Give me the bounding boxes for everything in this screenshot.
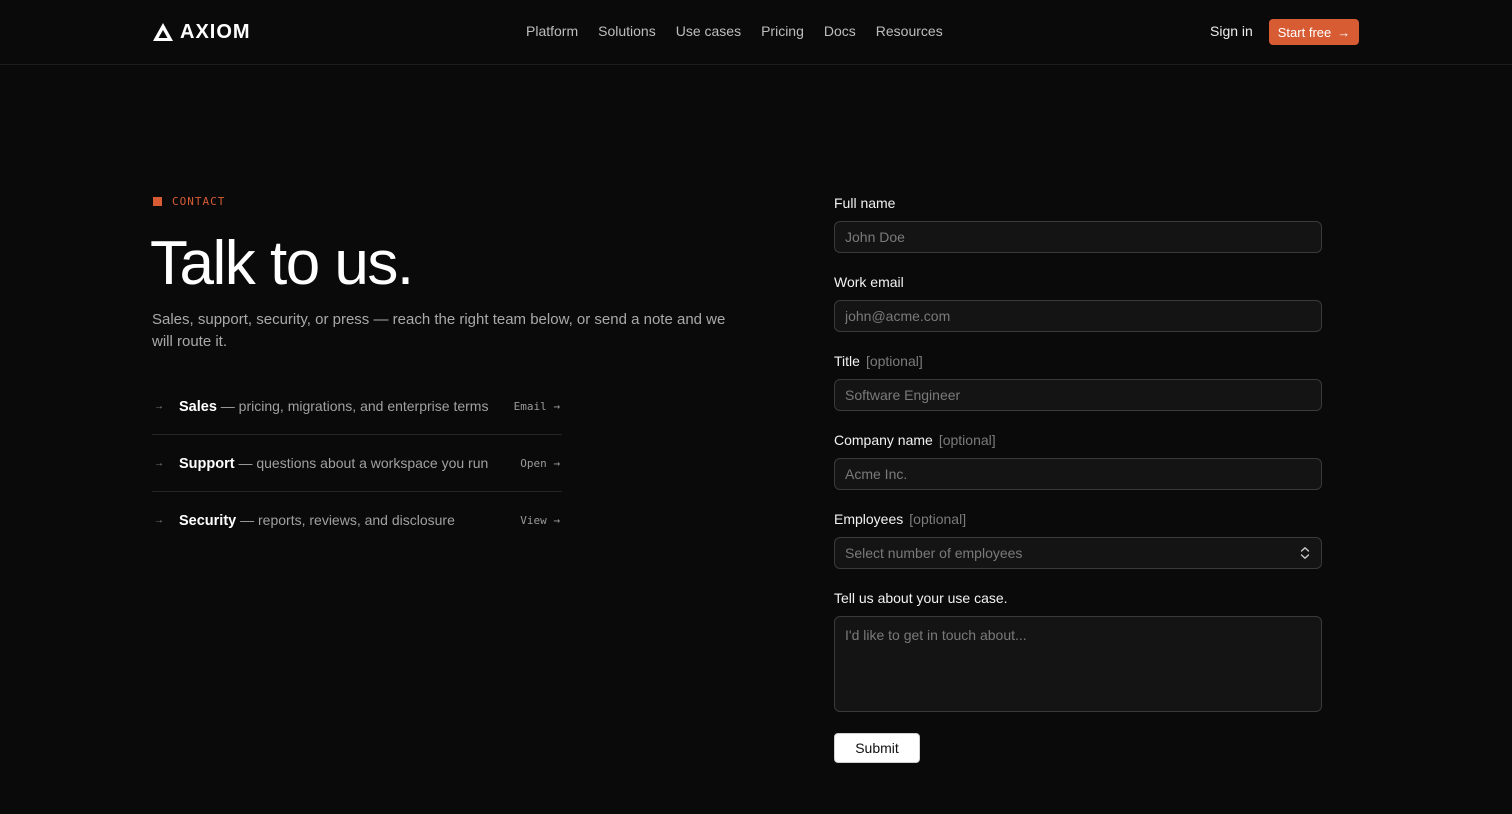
use-case-textarea[interactable] <box>834 616 1322 712</box>
arrow-right-icon: → <box>154 400 164 412</box>
arrow-right-icon: → <box>154 457 164 469</box>
start-free-button[interactable]: Start free → <box>1269 19 1359 45</box>
axiom-logo-icon <box>153 23 173 41</box>
nav-solutions[interactable]: Solutions <box>598 23 656 39</box>
section-eyebrow: CONTACT <box>153 195 225 208</box>
employees-label: Employees [optional] <box>834 511 1322 531</box>
page-title: Talk to us. <box>150 229 414 298</box>
route-action-email[interactable]: Email → <box>514 400 560 413</box>
route-text: Sales — pricing, migrations, and enterpr… <box>179 398 488 415</box>
nav-docs[interactable]: Docs <box>824 23 856 39</box>
route-sales[interactable]: → Sales — pricing, migrations, and enter… <box>152 378 562 435</box>
main-nav: Platform Solutions Use cases Pricing Doc… <box>526 23 943 39</box>
start-free-label: Start free <box>1277 24 1332 40</box>
employees-select-value: Select number of employees <box>845 545 1023 561</box>
route-action-view[interactable]: View → <box>520 514 560 527</box>
label-text: Title <box>834 353 860 369</box>
full-name-input[interactable] <box>834 221 1322 253</box>
nav-resources[interactable]: Resources <box>876 23 943 39</box>
route-action-open[interactable]: Open → <box>520 457 560 470</box>
eyebrow-label: CONTACT <box>172 195 226 208</box>
optional-tag: [optional] <box>938 432 996 448</box>
submit-button[interactable]: Submit <box>834 733 920 763</box>
nav-use-cases[interactable]: Use cases <box>676 23 741 39</box>
contact-routes: → Sales — pricing, migrations, and enter… <box>152 378 562 549</box>
brand-name: AXIOM <box>180 20 251 43</box>
route-description: — reports, reviews, and disclosure <box>240 512 455 528</box>
label-text: Work email <box>834 274 904 290</box>
square-bullet-icon <box>153 197 162 206</box>
chevron-up-down-icon <box>1300 547 1310 559</box>
title-input[interactable] <box>834 379 1322 411</box>
route-name: Support <box>179 455 235 472</box>
label-text: Tell us about your use case. <box>834 590 1008 606</box>
employees-select[interactable]: Select number of employees <box>834 537 1322 569</box>
route-security[interactable]: → Security — reports, reviews, and discl… <box>152 492 562 549</box>
route-text: Security — reports, reviews, and disclos… <box>179 512 455 529</box>
company-name-label: Company name [optional] <box>834 432 1322 452</box>
route-text: Support — questions about a workspace yo… <box>179 455 488 472</box>
brand-logo[interactable]: AXIOM <box>152 20 251 44</box>
company-name-input[interactable] <box>834 458 1322 490</box>
page-description: Sales, support, security, or press — rea… <box>152 311 726 350</box>
full-name-label: Full name <box>834 195 1322 215</box>
work-email-label: Work email <box>834 274 1322 294</box>
work-email-input[interactable] <box>834 300 1322 332</box>
arrow-right-icon: → <box>1337 24 1351 40</box>
route-support[interactable]: → Support — questions about a workspace … <box>152 435 562 492</box>
route-description: — questions about a workspace you run <box>238 454 489 471</box>
label-text: Employees <box>834 511 904 527</box>
label-text: Full name <box>834 195 896 211</box>
route-description: — pricing, migrations, and enterprise te… <box>220 397 489 414</box>
nav-pricing[interactable]: Pricing <box>761 23 804 39</box>
top-navigation: AXIOM Platform Solutions Use cases Prici… <box>0 0 1512 65</box>
sign-in-link[interactable]: Sign in <box>1210 23 1253 39</box>
nav-platform[interactable]: Platform <box>526 23 578 39</box>
label-text: Company name <box>834 432 933 448</box>
route-name: Security <box>179 513 237 529</box>
route-name: Sales <box>179 398 217 415</box>
title-label: Title [optional] <box>834 353 1322 373</box>
contact-form: Full name Work email Title [optional] Com… <box>834 195 1322 763</box>
optional-tag: [optional] <box>909 511 967 527</box>
arrow-right-icon: → <box>154 515 164 526</box>
optional-tag: [optional] <box>865 353 923 369</box>
use-case-label: Tell us about your use case. <box>834 590 1322 610</box>
